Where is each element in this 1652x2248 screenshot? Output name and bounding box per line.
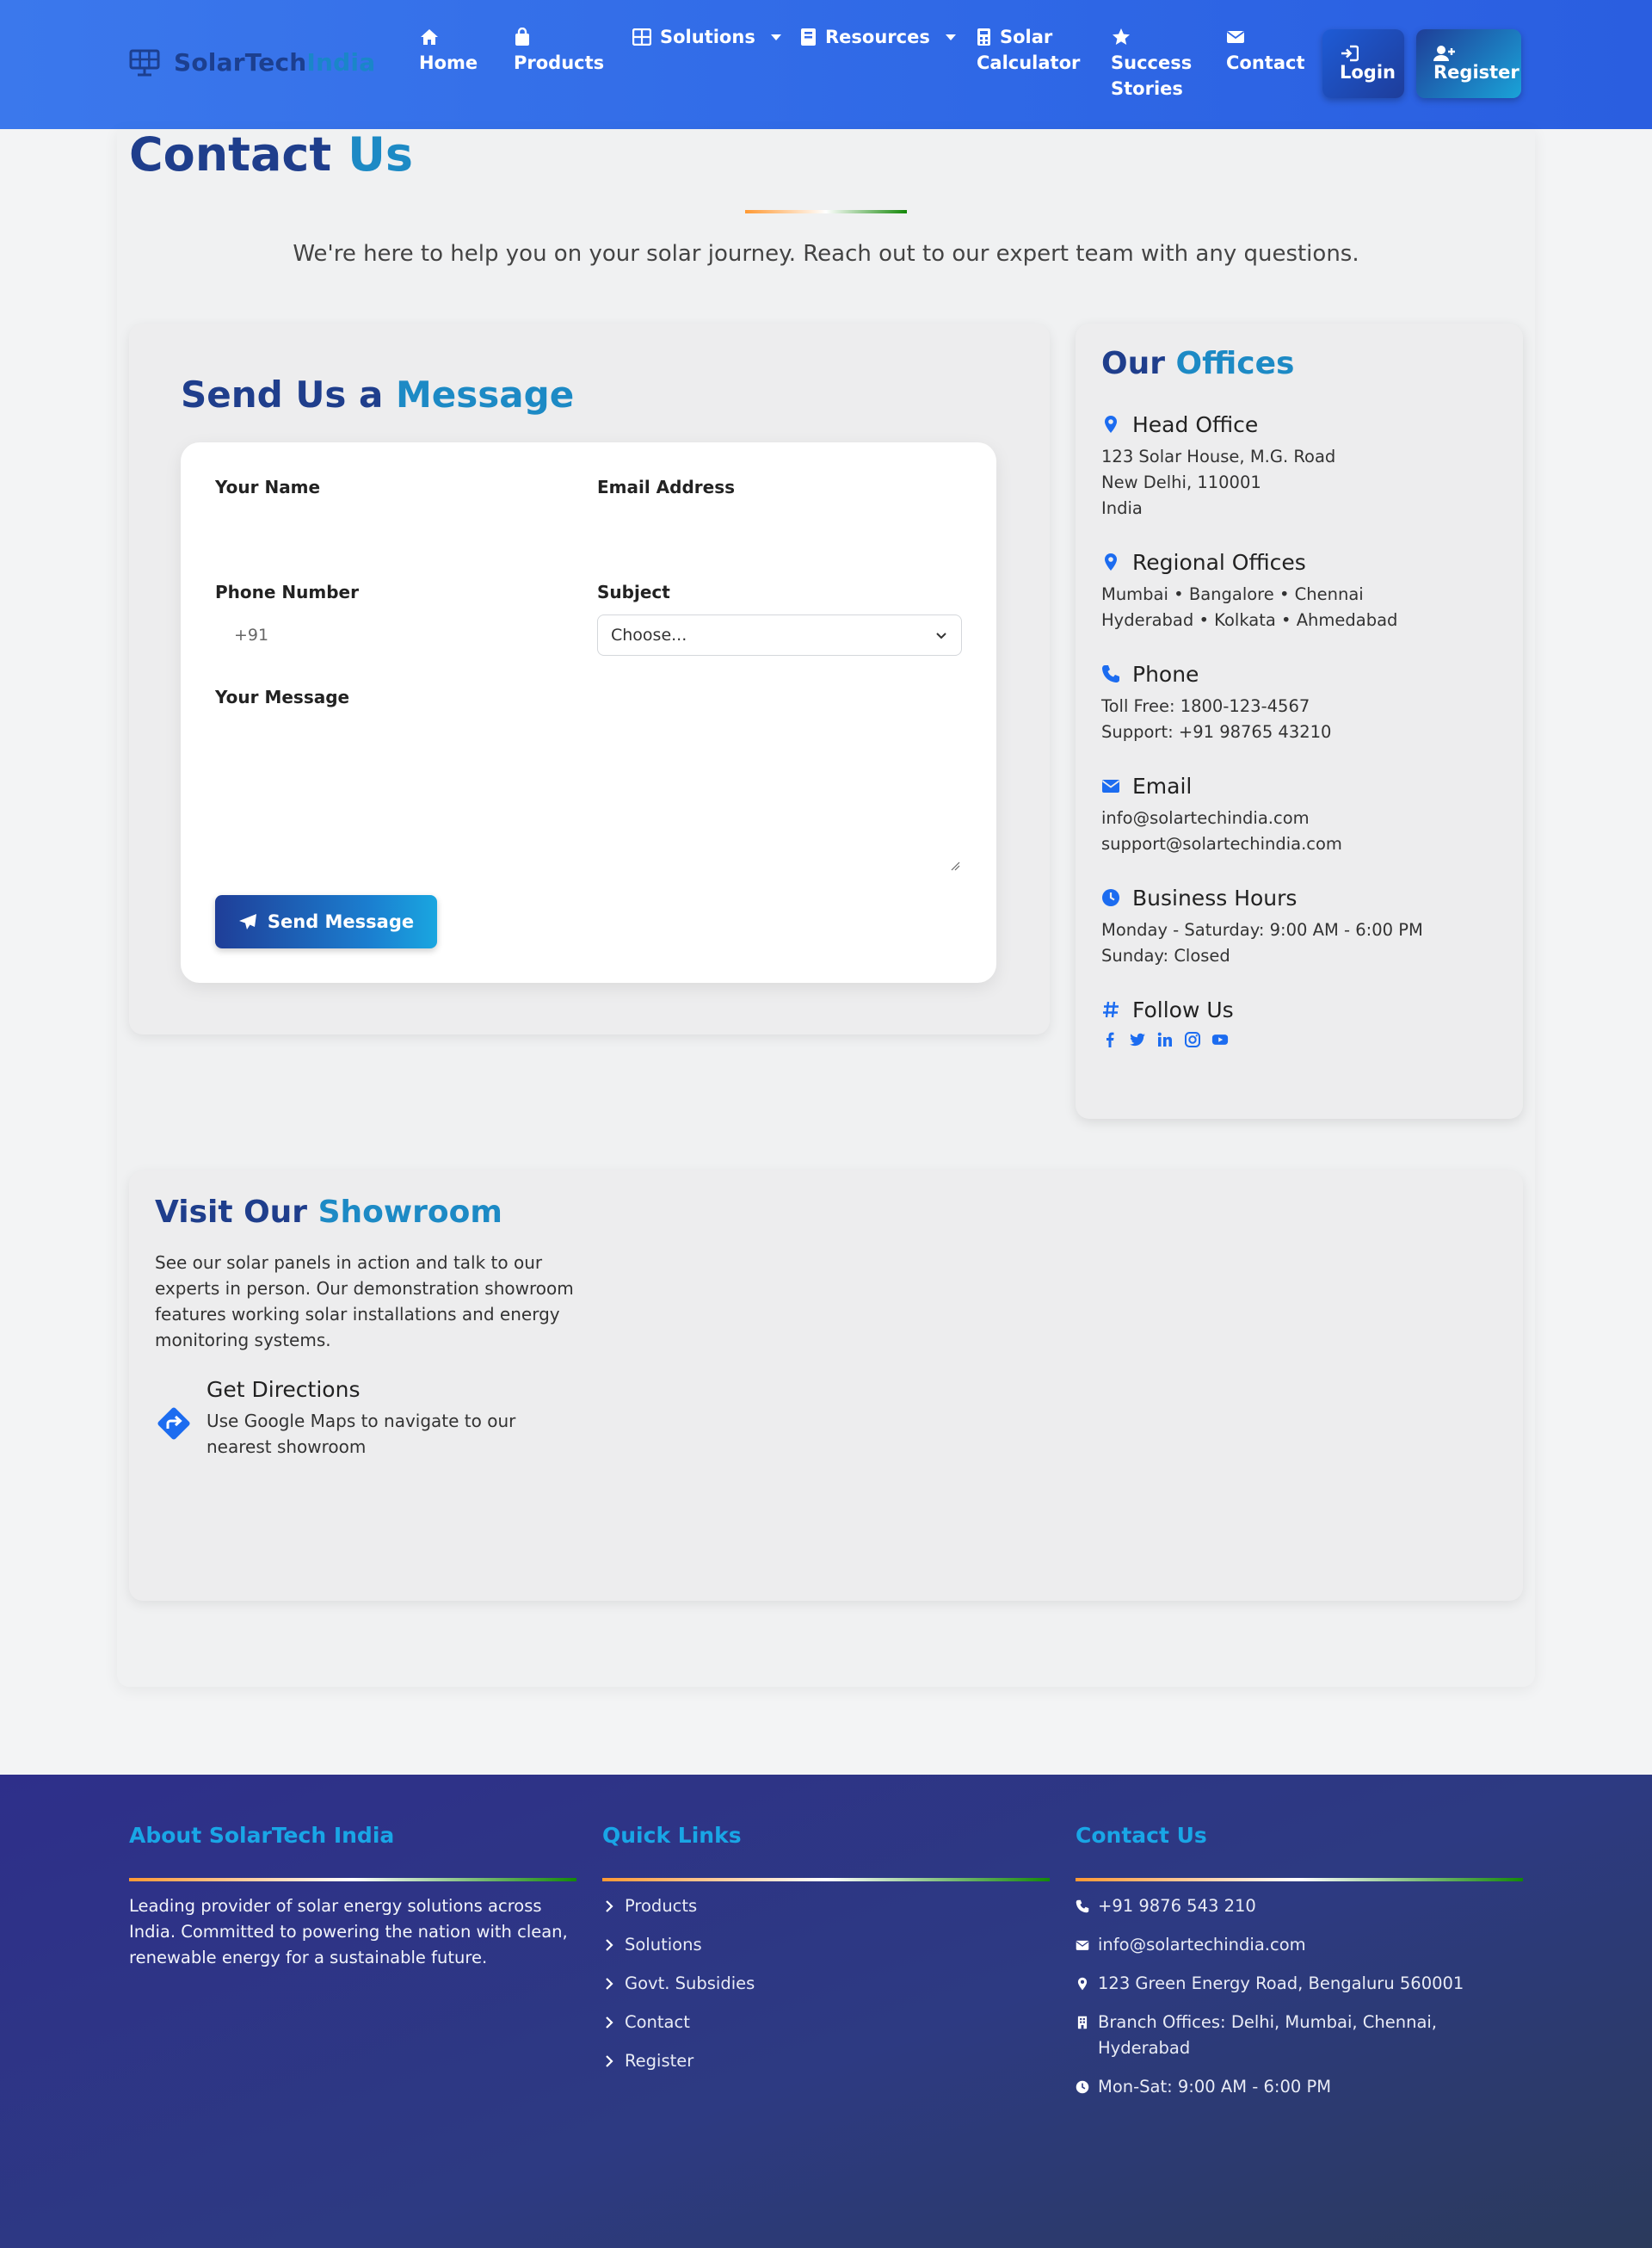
showroom-section: Visit Our Showroom See our solar panels … xyxy=(129,1170,1523,1601)
linkedin-icon[interactable] xyxy=(1156,1031,1174,1048)
form-heading: Send Us a Message xyxy=(181,374,575,416)
showroom-description: See our solar panels in action and talk … xyxy=(155,1252,574,1350)
map-marker-icon xyxy=(1105,553,1117,571)
envelope-icon xyxy=(1101,780,1120,793)
chevron-down-icon xyxy=(936,633,946,639)
tricolor-divider xyxy=(129,1878,576,1881)
message-textarea[interactable] xyxy=(215,726,962,873)
chevron-right-icon xyxy=(606,1900,613,1912)
regional-offices-section: Regional Offices Mumbai • Bangalore • Ch… xyxy=(1101,549,1398,631)
login-button[interactable]: Login xyxy=(1322,29,1404,98)
tricolor-divider xyxy=(745,210,907,213)
youtube-icon[interactable] xyxy=(1211,1031,1229,1048)
contact-form-panel: Send Us a Message Your Name Email Addres… xyxy=(129,324,1050,1034)
phone-section: Phone Toll Free: 1800-123-4567 Support: … xyxy=(1101,661,1332,743)
phone-prefix: +91 xyxy=(234,626,269,645)
calculator-icon xyxy=(977,28,990,46)
email-section: Email info@solartechindia.com support@so… xyxy=(1101,773,1342,855)
directions-title[interactable]: Get Directions xyxy=(206,1377,360,1402)
nav-success-stories[interactable]: Success Stories xyxy=(1111,24,1192,102)
nav-contact[interactable]: Contact xyxy=(1226,24,1305,76)
email-input[interactable] xyxy=(597,504,962,546)
business-hours-section: Business Hours Monday - Saturday: 9:00 A… xyxy=(1101,885,1423,967)
grid-icon xyxy=(632,28,651,46)
register-button[interactable]: Register xyxy=(1416,29,1521,98)
shopping-bag-icon xyxy=(515,28,529,46)
phone-label: Phone Number xyxy=(215,582,359,602)
nav-solutions-dropdown[interactable]: Solutions xyxy=(632,24,781,50)
paper-plane-icon xyxy=(238,914,256,929)
envelope-icon xyxy=(1226,31,1245,43)
nav-home[interactable]: Home xyxy=(419,24,478,76)
footer-quick-links: Quick Links Products Solutions Govt. Sub… xyxy=(602,1823,1050,2087)
chevron-right-icon xyxy=(606,1939,613,1951)
message-label: Your Message xyxy=(215,687,350,707)
star-icon xyxy=(1113,28,1130,45)
clock-icon xyxy=(1076,2080,1089,2094)
page-title: Contact Us xyxy=(129,127,414,182)
footer-hours: Mon-Sat: 9:00 AM - 6:00 PM xyxy=(1076,2074,1523,2100)
footer-link-solutions[interactable]: Solutions xyxy=(602,1932,1050,1958)
name-input[interactable] xyxy=(215,504,580,546)
page-subtitle: We're here to help you on your solar jou… xyxy=(293,241,1359,267)
chevron-right-icon xyxy=(606,1978,613,1990)
chevron-down-icon xyxy=(945,34,956,40)
footer-link-subsidies[interactable]: Govt. Subsidies xyxy=(602,1971,1050,1997)
tricolor-divider xyxy=(1076,1878,1523,1881)
offices-panel: Our Offices Head Office 123 Solar House,… xyxy=(1076,324,1523,1119)
directions-description: Use Google Maps to navigate to our neare… xyxy=(206,1411,516,1457)
building-icon xyxy=(1077,2016,1088,2029)
top-navbar: SolarTechIndia Home Products Solutions R… xyxy=(0,0,1652,129)
footer-about-text: Leading provider of solar energy solutio… xyxy=(129,1896,568,1967)
map-marker-icon xyxy=(1077,1977,1088,1991)
book-icon xyxy=(801,28,816,46)
contact-form: Your Name Email Address Phone Number +91… xyxy=(181,442,996,983)
chevron-right-icon xyxy=(606,2055,613,2067)
footer-email: info@solartechindia.com xyxy=(1076,1932,1523,1958)
tricolor-divider xyxy=(602,1878,1050,1881)
email-label: Email Address xyxy=(597,477,736,497)
hashtag-icon xyxy=(1103,1001,1119,1018)
twitter-icon[interactable] xyxy=(1129,1031,1146,1048)
showroom-heading: Visit Our Showroom xyxy=(155,1195,502,1230)
phone-input[interactable]: +91 xyxy=(215,614,580,656)
instagram-icon[interactable] xyxy=(1184,1031,1201,1048)
brand-logo[interactable]: SolarTechIndia xyxy=(127,45,375,79)
footer-contact: Contact Us +91 9876 543 210 info@solarte… xyxy=(1076,1823,1523,2113)
footer-about: About SolarTech India Leading provider o… xyxy=(129,1823,576,1971)
nav-products[interactable]: Products xyxy=(514,24,604,76)
nav-solar-calculator[interactable]: Solar Calculator xyxy=(977,24,1080,76)
footer-address: 123 Green Energy Road, Bengaluru 560001 xyxy=(1076,1971,1523,1997)
head-office-section: Head Office 123 Solar House, M.G. Road N… xyxy=(1101,411,1336,519)
site-footer: About SolarTech India Leading provider o… xyxy=(0,1775,1652,2248)
footer-phone: +91 9876 543 210 xyxy=(1076,1893,1523,1919)
footer-link-products[interactable]: Products xyxy=(602,1893,1050,1919)
chevron-down-icon xyxy=(770,34,781,40)
directions-icon[interactable] xyxy=(155,1405,193,1442)
social-links xyxy=(1101,1031,1234,1048)
map-marker-icon xyxy=(1105,416,1117,433)
phone-icon xyxy=(1076,1899,1089,1913)
subject-label: Subject xyxy=(597,582,670,602)
home-icon xyxy=(421,29,438,45)
send-message-button[interactable]: Send Message xyxy=(215,895,437,948)
phone-icon xyxy=(1102,665,1119,682)
offices-heading: Our Offices xyxy=(1101,346,1295,381)
solar-panel-icon xyxy=(129,49,160,77)
footer-link-register[interactable]: Register xyxy=(602,2048,1050,2074)
user-plus-icon xyxy=(1433,46,1455,61)
envelope-icon xyxy=(1076,1940,1089,1950)
chevron-right-icon xyxy=(606,2016,613,2029)
clock-icon xyxy=(1102,889,1119,906)
resize-handle-icon[interactable] xyxy=(950,861,960,871)
facebook-icon[interactable] xyxy=(1101,1031,1119,1048)
sign-in-icon xyxy=(1341,45,1359,62)
footer-link-contact[interactable]: Contact xyxy=(602,2010,1050,2035)
name-label: Your Name xyxy=(215,477,321,497)
brand-name: SolarTechIndia xyxy=(174,47,376,77)
nav-resources-dropdown[interactable]: Resources xyxy=(800,24,956,50)
follow-us-section: Follow Us xyxy=(1101,995,1234,1048)
subject-select[interactable]: Choose... xyxy=(597,614,962,656)
footer-branches: Branch Offices: Delhi, Mumbai, Chennai, … xyxy=(1076,2010,1523,2061)
